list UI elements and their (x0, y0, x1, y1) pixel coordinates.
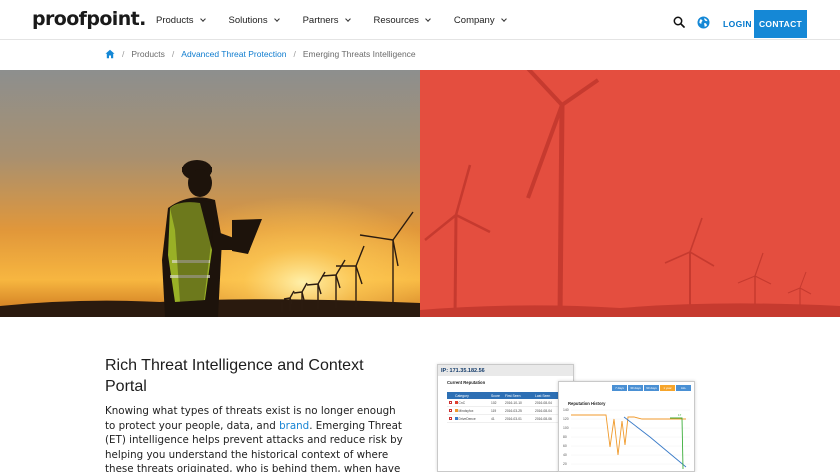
hero-image (0, 70, 840, 317)
tab-7-days[interactable]: 7 days (612, 385, 627, 391)
reputation-history-chart: 140 120 100 80 60 40 20 17 (563, 408, 690, 470)
ip-label: IP: 171.35.182.56 (438, 365, 573, 376)
tab-1-year[interactable]: 1 year (660, 385, 675, 391)
reputation-history-panel: 7 days 30 days 90 days 1 year ALL Reputa… (558, 381, 695, 472)
breadcrumb: / Products / Advanced Threat Protection … (105, 49, 416, 59)
y-tick: 120 (563, 417, 569, 421)
table-row: Mindsyfox 119 2016-03-25 2016-08-04 (447, 407, 565, 415)
chevron-down-icon (425, 15, 431, 22)
nav-solutions-label: Solutions (228, 14, 268, 26)
hero-banner (0, 70, 840, 317)
et-intelligence-dashboard-screenshot: IP: 171.35.182.56 Current Reputation Cat… (437, 364, 695, 472)
breadcrumb-advanced-threat-protection[interactable]: Advanced Threat Protection (181, 49, 286, 59)
nav-solutions[interactable]: Solutions (228, 14, 280, 26)
current-reputation-panel: IP: 171.35.182.56 Current Reputation Cat… (437, 364, 574, 472)
reputation-table: Category Score First Seen Last Seen CnC … (447, 392, 565, 423)
reputation-history-label: Reputation History (568, 401, 606, 406)
chevron-down-icon (273, 15, 280, 22)
wind-turbines-photo (420, 70, 840, 317)
first-seen-value: 2016-03-01 (505, 416, 522, 421)
tab-all[interactable]: ALL (676, 385, 691, 391)
chevron-down-icon (344, 15, 351, 22)
nav-partners[interactable]: Partners (302, 14, 351, 26)
search-icon[interactable] (673, 16, 685, 28)
breadcrumb-separator: / (122, 49, 125, 59)
nav-products[interactable]: Products (156, 14, 206, 26)
first-seen-value: 2016-10-10 (505, 400, 522, 405)
checkbox-icon[interactable] (449, 400, 452, 404)
tab-90-days[interactable]: 90 days (644, 385, 659, 391)
breadcrumb-current: Emerging Threats Intelligence (302, 49, 416, 59)
category-color-icon (455, 417, 458, 421)
category-color-icon (455, 409, 458, 413)
score-value: 119 (491, 408, 497, 413)
current-reputation-label: Current Reputation (447, 380, 486, 385)
series-line-blue (623, 416, 687, 468)
nav-company-label: Company (453, 14, 495, 26)
table-row: DriveDence 41 2016-03-01 2016-08-06 (447, 415, 565, 423)
nav-company[interactable]: Company (453, 14, 507, 26)
category-value: DriveDence (458, 416, 476, 421)
brand-link[interactable]: brand (279, 420, 309, 432)
section-title: Rich Threat Intelligence and Context Por… (105, 357, 364, 395)
nav-products-label: Products (156, 14, 194, 26)
section-paragraph: Knowing what types of threats exist is n… (105, 404, 403, 472)
score-value: 102 (491, 400, 497, 405)
series-marker: 17 (678, 413, 682, 417)
breadcrumb-separator: / (171, 49, 175, 59)
category-color-icon (455, 401, 458, 405)
home-icon[interactable] (105, 49, 115, 59)
y-tick: 60 (563, 444, 567, 448)
col-first-seen: First Seen (505, 393, 521, 398)
tab-30-days[interactable]: 30 days (628, 385, 643, 391)
y-tick: 40 (563, 453, 567, 457)
y-tick: 20 (563, 462, 567, 466)
series-line-green (670, 417, 684, 470)
score-value: 41 (491, 416, 495, 421)
breadcrumb-products[interactable]: Products (131, 49, 165, 59)
y-tick: 140 (563, 408, 569, 412)
checkbox-icon[interactable] (449, 416, 452, 420)
category-value: CnC (458, 400, 466, 405)
y-tick: 100 (563, 426, 569, 430)
main-nav: Products Solutions Partners Resources Co… (156, 0, 530, 40)
nav-partners-label: Partners (302, 14, 339, 26)
first-seen-value: 2016-03-25 (505, 408, 522, 413)
range-tabs: 7 days 30 days 90 days 1 year ALL (611, 385, 691, 391)
nav-resources[interactable]: Resources (373, 14, 431, 26)
y-tick: 80 (563, 435, 567, 439)
site-header: proofpoint. Products Solutions Partners … (0, 0, 840, 40)
nav-resources-label: Resources (373, 14, 419, 26)
checkbox-icon[interactable] (449, 408, 452, 412)
table-row: CnC 102 2016-10-10 2016-08-04 (447, 399, 565, 407)
proofpoint-logo[interactable]: proofpoint. (32, 8, 146, 30)
globe-icon[interactable] (697, 16, 710, 29)
login-link[interactable]: LOGIN (723, 19, 752, 29)
contact-button[interactable]: CONTACT (754, 10, 807, 38)
chevron-down-icon (199, 15, 206, 22)
col-score: Score (491, 393, 500, 398)
breadcrumb-separator: / (293, 49, 296, 59)
col-category: Category (455, 393, 469, 398)
table-header: Category Score First Seen Last Seen (447, 392, 565, 399)
category-value: Mindsyfox (458, 408, 474, 413)
engineer-with-laptop-photo (0, 70, 420, 317)
chevron-down-icon (500, 15, 507, 22)
